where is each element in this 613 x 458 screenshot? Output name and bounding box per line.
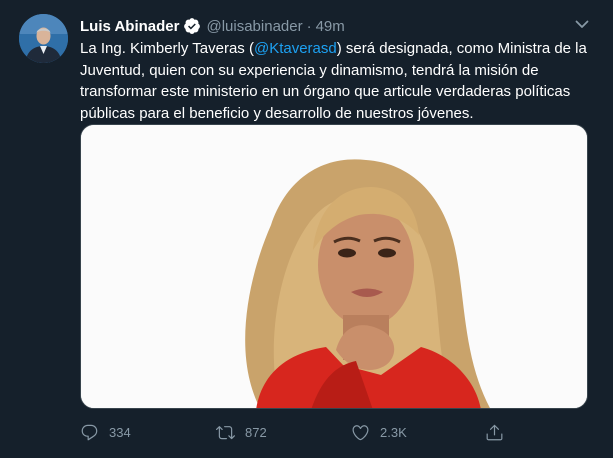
author-name[interactable]: Luis Abinader — [80, 18, 179, 35]
tweet-text: La Ing. Kimberly Taveras (@Ktaverasd) se… — [80, 38, 590, 124]
retweet-icon — [216, 425, 235, 439]
share-button[interactable] — [485, 420, 504, 444]
chevron-down-icon[interactable] — [573, 15, 591, 33]
portrait-image — [81, 125, 587, 408]
reply-count: 334 — [109, 424, 131, 440]
verified-badge-icon — [183, 17, 201, 35]
tweet-text-start: La Ing. Kimberly Taveras ( — [80, 40, 254, 57]
reply-button[interactable]: 334 — [80, 420, 131, 444]
avatar[interactable] — [19, 14, 68, 63]
reply-icon — [81, 424, 98, 440]
tweet-actions: 334 872 2.3K — [80, 420, 600, 444]
separator-dot: · — [306, 17, 312, 35]
tweet-header: Luis Abinader @luisabinader · 49m — [80, 16, 345, 36]
tweet[interactable]: Luis Abinader @luisabinader · 49m La Ing… — [0, 0, 613, 458]
retweet-count: 872 — [245, 424, 267, 440]
like-count: 2.3K — [380, 424, 407, 440]
tweet-timestamp[interactable]: 49m — [316, 18, 345, 35]
tweet-photo[interactable] — [80, 124, 588, 409]
share-icon — [486, 424, 503, 440]
mention-link[interactable]: @Ktaverasd — [254, 40, 337, 57]
like-button[interactable]: 2.3K — [351, 420, 407, 444]
like-icon — [352, 424, 369, 440]
retweet-button[interactable]: 872 — [216, 420, 267, 444]
author-handle[interactable]: @luisabinader — [206, 18, 302, 35]
